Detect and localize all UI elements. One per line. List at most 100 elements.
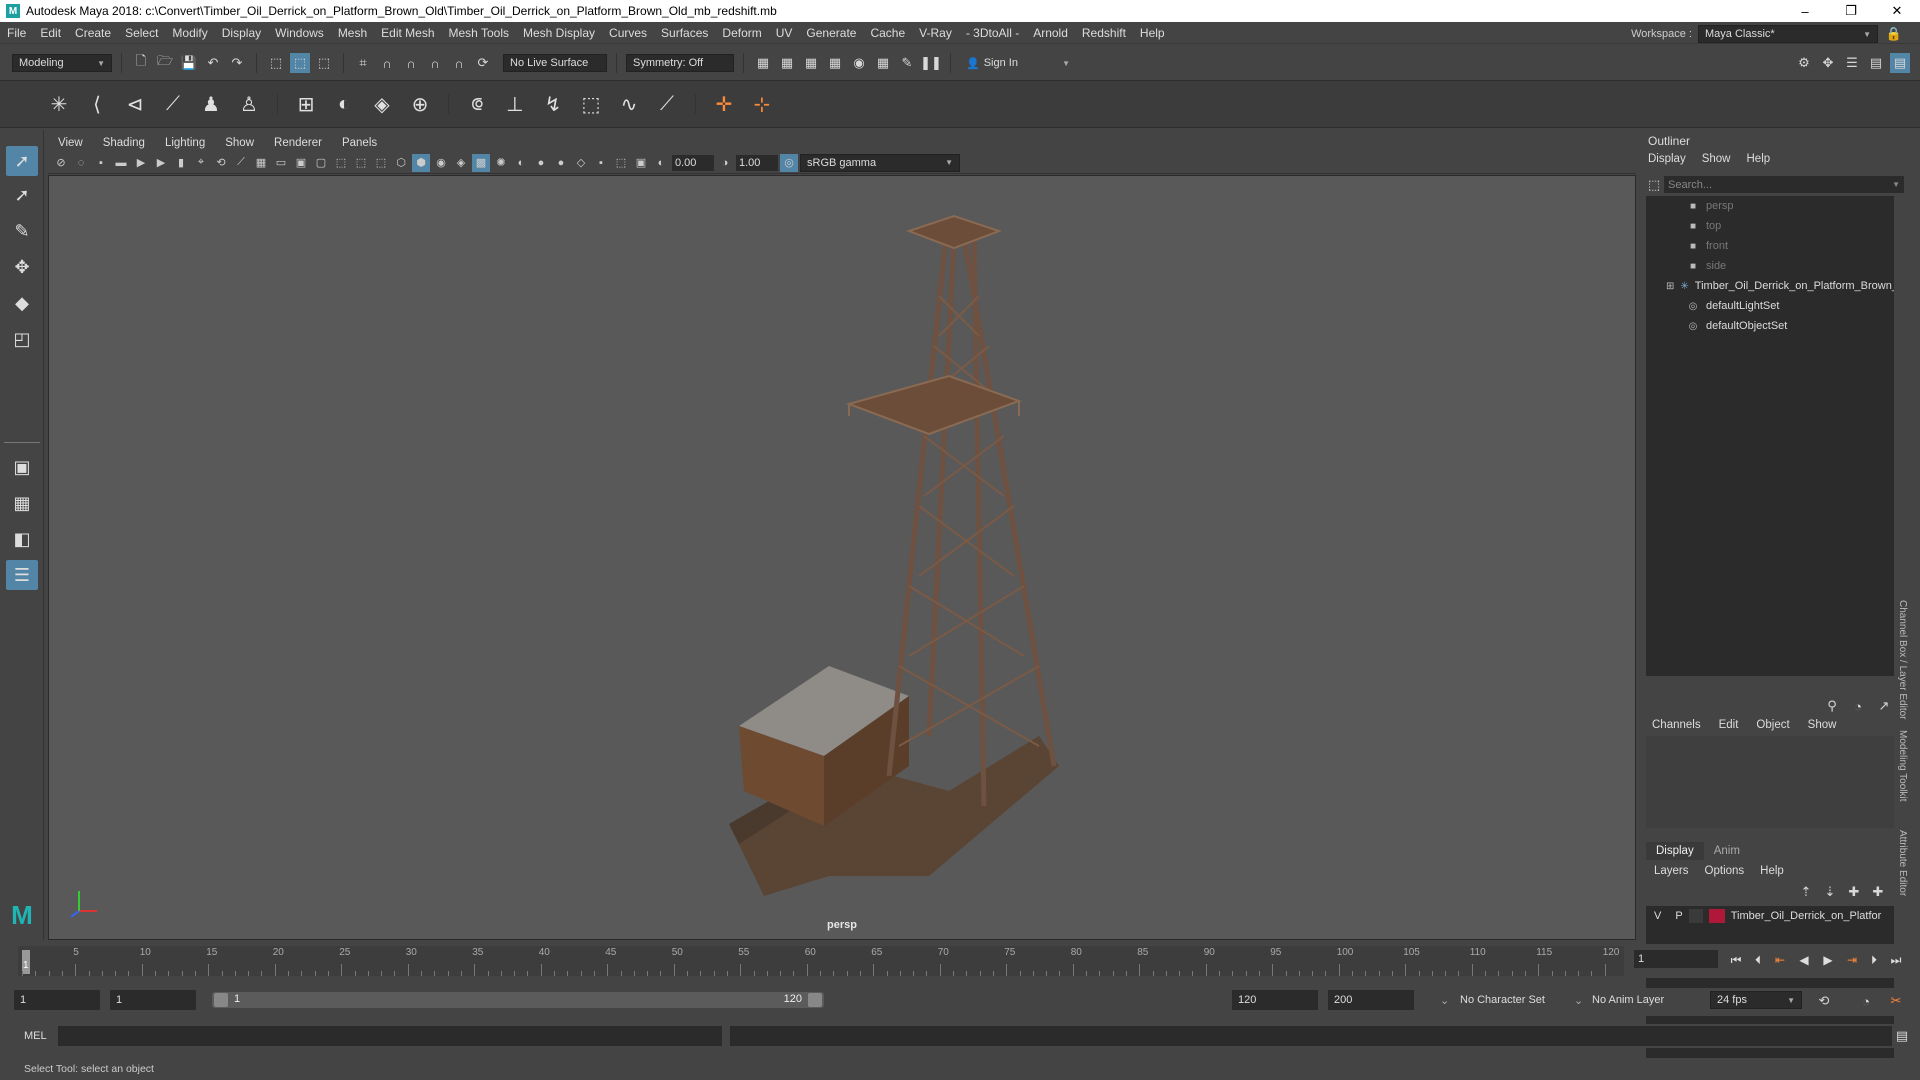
- manipulator-icon[interactable]: ⚲: [1822, 696, 1842, 716]
- tab-anim[interactable]: Anim: [1704, 842, 1750, 860]
- render-settings-icon[interactable]: ▦: [825, 53, 845, 73]
- menu-curves[interactable]: Curves: [602, 26, 654, 40]
- textured-icon[interactable]: ◉: [432, 154, 450, 172]
- layer-color-swatch[interactable]: [1708, 909, 1725, 923]
- menu-set-dropdown[interactable]: Modeling ▼: [12, 54, 112, 72]
- render-frame-icon[interactable]: ▦: [777, 53, 797, 73]
- twist-icon[interactable]: ↯: [538, 88, 568, 120]
- camera-lock-icon[interactable]: ◌: [72, 154, 90, 172]
- ik-spline-icon[interactable]: ⊲: [120, 88, 150, 120]
- safe-title-icon[interactable]: ▢: [312, 154, 330, 172]
- color-space-dropdown[interactable]: sRGB gamma ▼: [800, 153, 960, 172]
- outliner-item[interactable]: ■ persp: [1646, 196, 1894, 216]
- render-view-icon[interactable]: ▦: [753, 53, 773, 73]
- channel-menu-edit[interactable]: Edit: [1719, 719, 1739, 731]
- command-input[interactable]: [58, 1026, 722, 1046]
- select-hierarchy-icon[interactable]: ⬚: [266, 53, 286, 73]
- workspace-dropdown[interactable]: Maya Classic* ▼: [1698, 25, 1878, 43]
- human-ik-icon[interactable]: ✥: [1818, 53, 1838, 73]
- layer-menu-help[interactable]: Help: [1760, 865, 1784, 877]
- color-management-icon[interactable]: ◎: [780, 153, 798, 172]
- outliner-menu-help[interactable]: Help: [1747, 153, 1771, 165]
- layer-type-box[interactable]: [1688, 909, 1703, 923]
- range-start-handle[interactable]: [214, 993, 228, 1007]
- character-set-dropdown[interactable]: No Character Set: [1454, 991, 1572, 1009]
- motion-blur-icon[interactable]: ●: [532, 154, 550, 172]
- render-setup-icon[interactable]: ▦: [873, 53, 893, 73]
- viewport-persp[interactable]: persp: [48, 175, 1636, 940]
- play-backwards-icon[interactable]: ◀: [1794, 950, 1814, 970]
- lock-icon[interactable]: 🔒: [1884, 24, 1904, 44]
- menu-mesh-display[interactable]: Mesh Display: [516, 26, 602, 40]
- anim-layer-dropdown[interactable]: No Anim Layer: [1586, 991, 1686, 1009]
- menu-edit[interactable]: Edit: [33, 26, 68, 40]
- soft-mod-icon[interactable]: ◈: [367, 88, 397, 120]
- two-d-pan-icon[interactable]: ▶: [152, 154, 170, 172]
- grid-toggle-icon[interactable]: ⌖: [192, 154, 210, 172]
- panel-menu-show[interactable]: Show: [215, 137, 264, 149]
- two-view-icon[interactable]: ◧: [6, 524, 38, 554]
- panel-menu-view[interactable]: View: [48, 137, 93, 149]
- flare-icon[interactable]: ⊥: [500, 88, 530, 120]
- wrap-icon[interactable]: ⊕: [405, 88, 435, 120]
- exposure-field[interactable]: 0.00: [672, 154, 714, 171]
- gate-mask-icon[interactable]: ▦: [252, 154, 270, 172]
- script-editor-icon[interactable]: ▤: [1892, 1026, 1912, 1046]
- step-back-icon[interactable]: ⏴: [1748, 950, 1768, 970]
- select-tool-icon[interactable]: ➚: [6, 146, 38, 176]
- animation-prefs-icon[interactable]: ✂: [1886, 991, 1906, 1011]
- snap-point-icon[interactable]: ∩: [401, 53, 421, 73]
- shaded-icon[interactable]: ⬢: [412, 153, 430, 172]
- save-scene-icon[interactable]: 💾: [179, 53, 199, 73]
- layer-menu-layers[interactable]: Layers: [1654, 865, 1689, 877]
- animation-end-field[interactable]: 200: [1328, 990, 1414, 1010]
- outliner-item[interactable]: ◎ defaultObjectSet: [1646, 316, 1894, 336]
- snap-grid-icon[interactable]: ⌗: [353, 53, 373, 73]
- hypershade-icon[interactable]: ◉: [849, 53, 869, 73]
- menu-modify[interactable]: Modify: [165, 26, 214, 40]
- exposure-icon[interactable]: ◐: [652, 154, 670, 172]
- range-slider[interactable]: 1 120: [212, 992, 824, 1008]
- lattice-icon[interactable]: ⊞: [291, 88, 321, 120]
- grease-pencil-icon[interactable]: ▮: [172, 154, 190, 172]
- image-plane-icon[interactable]: ▶: [132, 154, 150, 172]
- layer-row[interactable]: V P Timber_Oil_Derrick_on_Platfor: [1646, 906, 1894, 926]
- menu-surfaces[interactable]: Surfaces: [654, 26, 715, 40]
- step-forward-icon[interactable]: ⏵: [1864, 950, 1884, 970]
- new-scene-icon[interactable]: 🗋: [131, 53, 151, 73]
- new-layer-icon[interactable]: ✚: [1844, 882, 1864, 902]
- sine-icon[interactable]: ∿: [614, 88, 644, 120]
- channel-box-side-tab[interactable]: Channel Box / Layer Editor: [1894, 600, 1908, 720]
- move-layer-up-icon[interactable]: ⇡: [1796, 882, 1816, 902]
- xray-active-icon[interactable]: ▣: [632, 154, 650, 172]
- maximize-button[interactable]: ❐: [1828, 0, 1874, 22]
- undo-icon[interactable]: ↶: [203, 53, 223, 73]
- pause-viewport-icon[interactable]: ❚❚: [920, 53, 942, 73]
- playback-end-field[interactable]: 120: [1232, 990, 1318, 1010]
- outliner-item[interactable]: ■ top: [1646, 216, 1894, 236]
- gamma-field[interactable]: 1.00: [736, 154, 778, 171]
- menu-arnold[interactable]: Arnold: [1026, 26, 1075, 40]
- tool-settings-icon[interactable]: ▤: [1866, 53, 1886, 73]
- layer-playback-toggle[interactable]: P: [1675, 910, 1682, 922]
- paint-select-icon[interactable]: ✎: [6, 216, 38, 246]
- menu-help[interactable]: Help: [1133, 26, 1172, 40]
- new-layer-selected-icon[interactable]: ✚: [1868, 882, 1888, 902]
- wave-icon[interactable]: ⟋: [652, 88, 682, 120]
- range-end-handle[interactable]: [808, 993, 822, 1007]
- hyperbolic-icon[interactable]: ↗: [1874, 696, 1894, 716]
- panel-menu-renderer[interactable]: Renderer: [264, 137, 332, 149]
- wireframe-icon[interactable]: ⬚: [332, 154, 350, 172]
- constraint-icon[interactable]: ⊹: [747, 88, 777, 120]
- channel-menu-object[interactable]: Object: [1756, 719, 1789, 731]
- play-forwards-icon[interactable]: ▶: [1818, 950, 1838, 970]
- gamma-icon[interactable]: ◑: [716, 154, 734, 172]
- outliner-menu-display[interactable]: Display: [1648, 153, 1686, 165]
- resolution-gate-icon[interactable]: ⟋: [232, 154, 250, 172]
- film-gate-icon[interactable]: ⟲: [212, 154, 230, 172]
- rotate-tool-icon[interactable]: ◆: [6, 288, 38, 318]
- field-chart-icon[interactable]: ▭: [272, 154, 290, 172]
- menu-display[interactable]: Display: [215, 26, 268, 40]
- auto-key-icon[interactable]: ◔: [1856, 991, 1876, 1011]
- shadows-icon[interactable]: ✺: [492, 154, 510, 172]
